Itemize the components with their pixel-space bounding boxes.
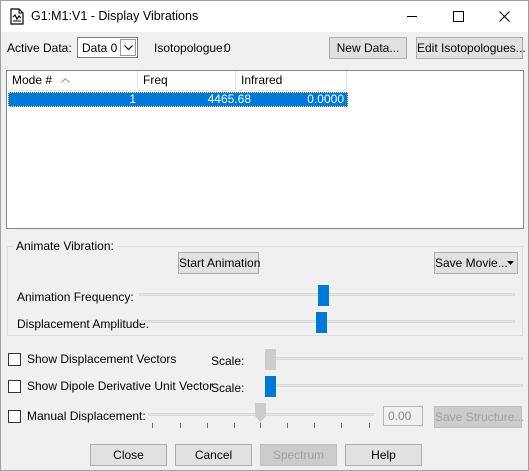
window-title: G1:M1:V1 - Display Vibrations bbox=[31, 9, 199, 23]
title-bar: G1:M1:V1 - Display Vibrations bbox=[1, 1, 528, 32]
manual-displacement-label: Manual Displacement: bbox=[27, 409, 146, 423]
animate-vibration-title: Animate Vibration: bbox=[13, 239, 117, 253]
show-dipole-vector-label: Show Dipole Derivative Unit Vector bbox=[27, 379, 214, 393]
displacement-amplitude-track bbox=[139, 320, 515, 323]
save-movie-button[interactable]: Save Movie... bbox=[434, 252, 518, 274]
animation-frequency-label: Animation Frequency: bbox=[17, 290, 134, 304]
slider-tick bbox=[207, 423, 208, 428]
column-header-mode[interactable]: Mode # bbox=[7, 71, 138, 91]
dropdown-arrow-icon bbox=[507, 261, 514, 265]
active-data-value: Data 0 bbox=[82, 41, 118, 55]
minimize-icon bbox=[407, 16, 417, 17]
column-header-freq[interactable]: Freq bbox=[138, 71, 236, 91]
dipole-scale-slider[interactable] bbox=[265, 376, 276, 397]
vectors-scale-slider[interactable] bbox=[265, 349, 276, 370]
maximize-button[interactable] bbox=[436, 1, 482, 32]
active-data-select[interactable]: Data 0 bbox=[77, 37, 138, 58]
cell-mode: 1 bbox=[129, 92, 136, 106]
spectrum-button[interactable]: Spectrum bbox=[260, 444, 337, 466]
show-displacement-vectors-checkbox[interactable] bbox=[8, 353, 21, 366]
table-row[interactable]: 1 4465.68 0.0000 bbox=[8, 92, 348, 107]
slider-tick bbox=[234, 423, 235, 428]
column-header-infrared[interactable]: Infrared bbox=[236, 71, 347, 91]
active-data-label: Active Data: bbox=[7, 41, 72, 55]
help-button[interactable]: Help bbox=[345, 444, 422, 466]
modes-table[interactable]: Mode # Freq Infrared 1 4465.68 0.0000 bbox=[6, 70, 524, 229]
slider-tick bbox=[314, 423, 315, 428]
cell-infrared: 0.0000 bbox=[307, 92, 344, 106]
show-displacement-vectors-label: Show Displacement Vectors bbox=[27, 352, 177, 366]
slider-tick bbox=[180, 423, 181, 428]
close-icon bbox=[499, 11, 510, 22]
slider-tick bbox=[287, 423, 288, 428]
slider-tick bbox=[260, 423, 261, 428]
isotopologue-label: Isotopologue: bbox=[154, 41, 227, 55]
save-structure-button[interactable]: Save Structure... bbox=[434, 406, 524, 428]
manual-displacement-input[interactable]: 0.00 bbox=[383, 406, 423, 426]
cancel-button[interactable]: Cancel bbox=[175, 444, 252, 466]
sort-ascending-icon bbox=[61, 78, 70, 83]
manual-displacement-checkbox[interactable] bbox=[8, 410, 21, 423]
animation-frequency-slider[interactable] bbox=[318, 285, 329, 306]
dipole-scale-track bbox=[265, 384, 523, 387]
vectors-scale-track bbox=[265, 357, 523, 360]
show-dipole-vector-checkbox[interactable] bbox=[8, 380, 21, 393]
slider-tick bbox=[341, 423, 342, 428]
table-header: Mode # Freq Infrared bbox=[7, 71, 347, 91]
slider-tick bbox=[152, 423, 153, 428]
dipole-scale-label: Scale: bbox=[211, 381, 245, 395]
slider-tick bbox=[369, 423, 370, 428]
new-data-button[interactable]: New Data... bbox=[329, 37, 407, 59]
manual-displacement-slider[interactable] bbox=[255, 403, 266, 423]
displacement-amplitude-label: Displacement Amplitude: bbox=[17, 317, 150, 331]
displacement-amplitude-slider[interactable] bbox=[316, 312, 327, 333]
close-button[interactable]: Close bbox=[90, 444, 167, 466]
isotopologue-value: 0 bbox=[224, 41, 231, 55]
maximize-icon bbox=[453, 11, 464, 22]
chevron-down-icon[interactable] bbox=[120, 39, 136, 56]
document-vibration-icon bbox=[9, 8, 25, 25]
vectors-scale-label: Scale: bbox=[211, 354, 245, 368]
start-animation-button[interactable]: Start Animation bbox=[178, 252, 260, 274]
cell-freq: 4465.68 bbox=[207, 92, 251, 106]
display-vibrations-dialog: G1:M1:V1 - Display Vibrations Active Dat… bbox=[0, 0, 529, 471]
minimize-button[interactable] bbox=[390, 1, 436, 32]
close-window-button[interactable] bbox=[482, 1, 528, 32]
edit-isotopologues-button[interactable]: Edit Isotopologues... bbox=[416, 37, 526, 59]
